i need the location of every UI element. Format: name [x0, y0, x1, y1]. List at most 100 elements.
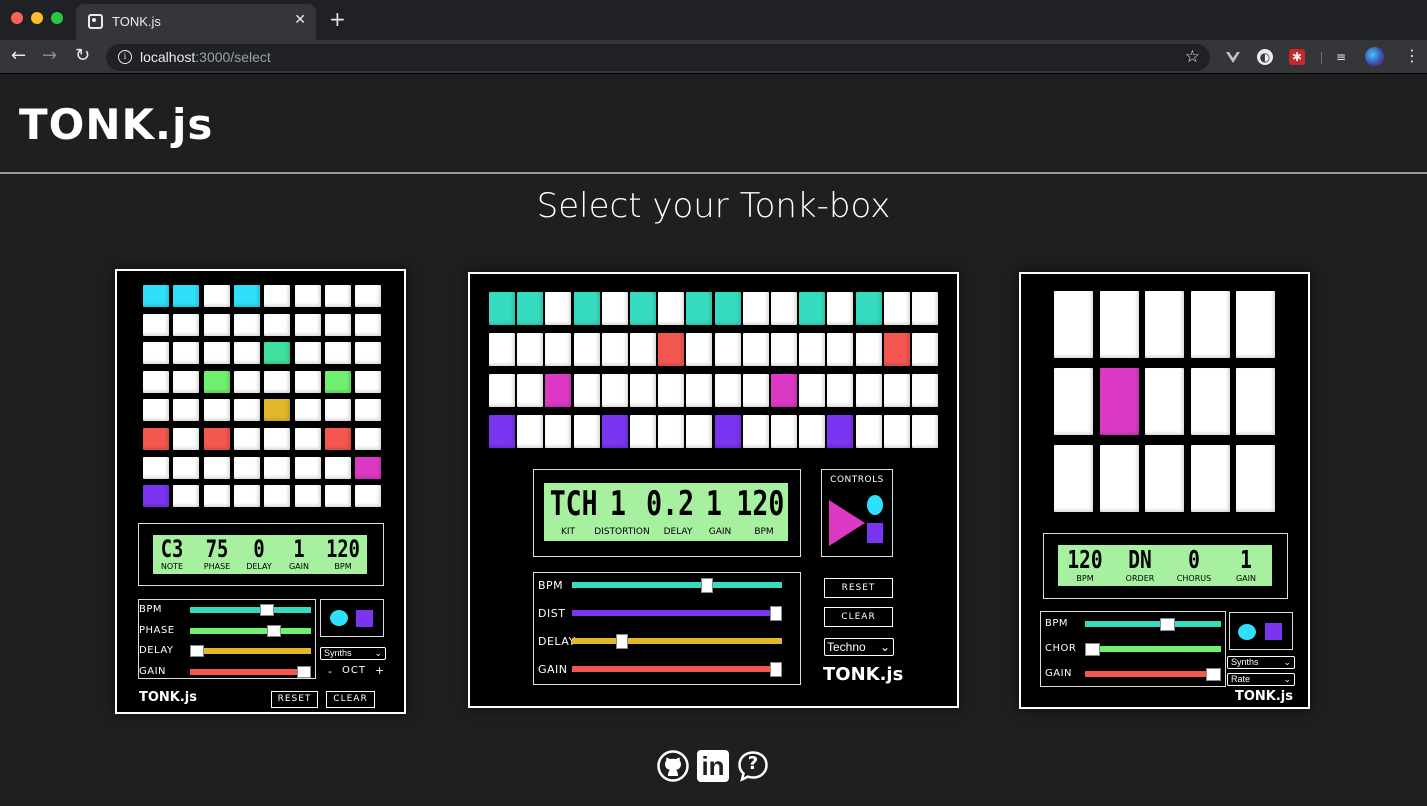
- box1-pad[interactable]: [324, 285, 351, 307]
- box3-pad[interactable]: [1190, 291, 1230, 358]
- address-bar[interactable]: i localhost:3000/select ☆: [106, 44, 1210, 71]
- box1-pad[interactable]: [233, 313, 260, 336]
- back-button[interactable]: ←: [11, 46, 26, 66]
- box1-octave-minus[interactable]: -: [328, 665, 332, 678]
- box2-slider-track[interactable]: [572, 666, 782, 672]
- linkedin-icon[interactable]: in: [697, 750, 729, 782]
- box3-pad[interactable]: [1099, 291, 1139, 358]
- box2-square-button[interactable]: [867, 523, 883, 543]
- box1-slider-track[interactable]: [190, 607, 311, 613]
- box2-controls-panel[interactable]: CONTROLS: [821, 469, 893, 557]
- box1-pad[interactable]: [264, 285, 291, 307]
- box3-slider-track[interactable]: [1085, 646, 1221, 652]
- box1-pad[interactable]: [173, 456, 200, 479]
- box1-slider-track[interactable]: [190, 648, 311, 655]
- box1-pad[interactable]: [324, 342, 351, 365]
- box1-pad[interactable]: [143, 342, 169, 365]
- box1-pad[interactable]: [203, 399, 230, 422]
- box1-pad[interactable]: [264, 456, 291, 479]
- box2-pad[interactable]: [630, 374, 656, 407]
- box1-pad[interactable]: [294, 399, 321, 422]
- box1-slider-thumb[interactable]: [297, 665, 311, 678]
- tonk-box-synth[interactable]: C3 75 0 1 120 NOTE PHASE DELAY GAIN BPM …: [115, 269, 406, 714]
- box2-pad[interactable]: [771, 415, 797, 448]
- box1-pad[interactable]: [355, 399, 382, 422]
- box2-pad[interactable]: [742, 374, 769, 407]
- box2-pad[interactable]: [883, 374, 910, 407]
- box1-pad[interactable]: [294, 456, 321, 479]
- box2-pad[interactable]: [827, 415, 854, 448]
- box1-pad[interactable]: [233, 456, 260, 479]
- box2-pad[interactable]: [714, 415, 741, 448]
- box2-pad[interactable]: [912, 292, 938, 325]
- box2-pad[interactable]: [827, 374, 854, 407]
- box3-pad[interactable]: [1190, 368, 1230, 435]
- box1-pad[interactable]: [324, 399, 351, 422]
- box2-pad[interactable]: [799, 415, 826, 448]
- box1-pad[interactable]: [233, 285, 260, 307]
- box2-pad[interactable]: [517, 374, 544, 407]
- new-tab-button[interactable]: +: [329, 9, 346, 29]
- box3-pad[interactable]: [1145, 368, 1185, 435]
- box1-reset-button[interactable]: RESET: [271, 691, 318, 708]
- box2-pad[interactable]: [714, 333, 741, 366]
- menu-kebab-icon[interactable]: ⋮: [1404, 47, 1420, 65]
- box1-slider-thumb[interactable]: [259, 604, 274, 616]
- box2-pad[interactable]: [855, 415, 882, 448]
- box3-circle-button[interactable]: [1238, 624, 1256, 640]
- box2-pad[interactable]: [601, 333, 628, 366]
- box3-instrument-select[interactable]: Synths ⌄: [1227, 656, 1295, 669]
- box1-pad[interactable]: [294, 285, 321, 307]
- box2-slider-thumb[interactable]: [615, 633, 628, 649]
- box1-pad[interactable]: [173, 313, 200, 336]
- box1-pad[interactable]: [355, 456, 382, 479]
- box2-pad[interactable]: [658, 415, 685, 448]
- box2-pad[interactable]: [658, 374, 685, 407]
- box2-pad[interactable]: [799, 292, 826, 325]
- box3-pad[interactable]: [1054, 445, 1093, 512]
- box1-pad[interactable]: [294, 485, 321, 508]
- box2-pad[interactable]: [686, 415, 713, 448]
- site-info-icon[interactable]: i: [118, 50, 132, 64]
- box3-pad[interactable]: [1190, 445, 1230, 512]
- box2-pad[interactable]: [658, 333, 685, 366]
- box3-pad[interactable]: [1054, 291, 1093, 358]
- site-title[interactable]: TONK.js: [19, 100, 213, 149]
- box1-pad[interactable]: [324, 485, 351, 508]
- box1-pad[interactable]: [264, 370, 291, 393]
- tonk-box-pads[interactable]: 120 DN 0 1 BPM ORDER CHORUS GAIN BPM CHOR…: [1019, 272, 1310, 709]
- box1-pad[interactable]: [203, 428, 230, 450]
- box2-pad[interactable]: [771, 292, 797, 325]
- box2-pad[interactable]: [799, 333, 826, 366]
- box2-kit-select[interactable]: Techno ⌄: [824, 638, 894, 656]
- box2-pad[interactable]: [545, 292, 572, 325]
- box1-pad[interactable]: [143, 399, 169, 422]
- box1-pad[interactable]: [294, 313, 321, 336]
- box3-slider-thumb[interactable]: [1206, 667, 1221, 681]
- box2-slider-track[interactable]: [572, 610, 782, 616]
- box3-slider-track[interactable]: [1085, 621, 1221, 627]
- box2-slider-track[interactable]: [572, 582, 782, 588]
- box2-pad[interactable]: [771, 333, 797, 366]
- box3-pad[interactable]: [1099, 368, 1139, 435]
- box1-pad[interactable]: [203, 456, 230, 479]
- box2-pad[interactable]: [855, 374, 882, 407]
- box2-pad[interactable]: [630, 415, 656, 448]
- box2-pad[interactable]: [912, 333, 938, 366]
- box3-slider-thumb[interactable]: [1160, 617, 1176, 631]
- box2-slider-thumb[interactable]: [770, 605, 782, 621]
- box2-pad[interactable]: [517, 292, 544, 325]
- browser-tab[interactable]: TONK.js ✕: [76, 4, 316, 40]
- box1-pad[interactable]: [324, 456, 351, 479]
- box1-pad[interactable]: [203, 313, 230, 336]
- box1-pad[interactable]: [143, 456, 169, 479]
- box1-slider-track[interactable]: [190, 668, 311, 675]
- box2-reset-button[interactable]: RESET: [824, 578, 893, 598]
- box2-slider-thumb[interactable]: [770, 661, 782, 677]
- box1-pad[interactable]: [264, 399, 291, 422]
- playlist-icon[interactable]: ≡: [1333, 49, 1349, 65]
- box1-pad[interactable]: [173, 485, 200, 508]
- forward-button[interactable]: →: [42, 46, 57, 66]
- box1-pad[interactable]: [324, 428, 351, 450]
- box2-pad[interactable]: [799, 374, 826, 407]
